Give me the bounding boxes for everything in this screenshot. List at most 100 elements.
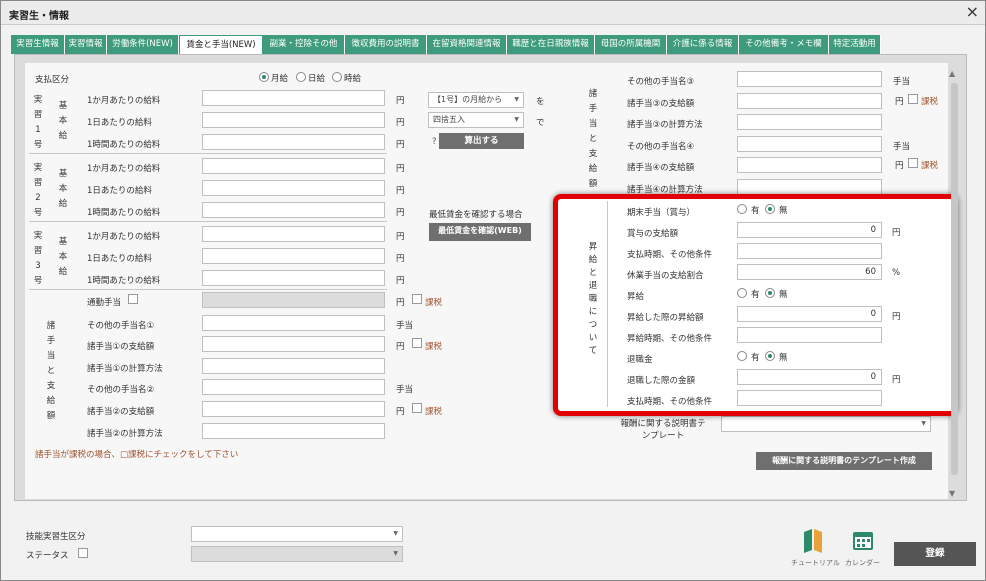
allowance3-tax-checkbox[interactable] [908, 94, 918, 104]
allowance3-name-input[interactable] [737, 71, 882, 87]
intern3-monthly-input[interactable] [202, 226, 385, 242]
leave-rate-input[interactable]: 60 [737, 264, 882, 280]
yen-unit: 円 [396, 164, 405, 174]
commute-tax-checkbox[interactable] [412, 294, 422, 304]
tab-specified[interactable]: 特定活動用 [829, 35, 881, 54]
tab-career[interactable]: 職歴と在日親族情報 [507, 35, 595, 54]
raise-yes-radio[interactable] [737, 288, 747, 298]
help-icon[interactable]: ? [432, 137, 437, 147]
tab-care[interactable]: 介護に係る情報 [667, 35, 739, 54]
allowance4-amount-input[interactable] [737, 157, 882, 173]
commute-checkbox[interactable] [128, 294, 138, 304]
allowance1-name-input[interactable] [202, 315, 385, 331]
scroll-down-icon[interactable]: ▼ [949, 489, 955, 498]
calendar-icon[interactable] [851, 528, 875, 552]
min-wage-web-button[interactable]: 最低賃金を確認(WEB) [429, 223, 531, 241]
retirement-timing-input[interactable] [737, 390, 882, 406]
bonus-amount-label: 賞与の支給額 [627, 229, 679, 239]
allowance1-method-input[interactable] [202, 358, 385, 374]
intern-2-label: 実習2号 [33, 163, 43, 218]
yes-label: 有 [751, 206, 760, 216]
radio-monthly[interactable] [259, 72, 269, 82]
intern2-daily-input[interactable] [202, 180, 385, 196]
tab-memo[interactable]: その他備考・メモ欄 [739, 35, 829, 54]
chevron-down-icon: ▼ [514, 116, 519, 123]
calculate-button[interactable]: 算出する [439, 133, 524, 149]
tab-labor-conditions[interactable]: 労働条件(NEW) [107, 35, 179, 54]
scroll-up-icon[interactable]: ▲ [949, 69, 955, 78]
radio-hourly[interactable] [332, 72, 342, 82]
retirement-timing-label: 支払時期、その他条件 [627, 397, 713, 407]
tab-home-org[interactable]: 母国の所属機関 [595, 35, 667, 54]
close-icon[interactable]: × [966, 2, 979, 21]
base-pay-label: 基本給 [58, 101, 68, 141]
tab-residence[interactable]: 在留資格関連情報 [427, 35, 507, 54]
radio-daily-label: 日給 [308, 74, 326, 84]
chevron-down-icon: ▼ [514, 96, 519, 103]
raise-timing-input[interactable] [737, 327, 882, 343]
raise-no-radio[interactable] [765, 288, 775, 298]
allowance4-method-input[interactable] [737, 179, 882, 195]
intern2-monthly-input[interactable] [202, 158, 385, 174]
retirement-amount-input[interactable]: 0 [737, 369, 882, 385]
tab-student-info[interactable]: 実習生情報 [11, 35, 65, 54]
wage-template-select[interactable]: ▼ [721, 416, 931, 432]
tab-fees[interactable]: 徴収費用の説明書 [345, 35, 427, 54]
allowance2-method-label: 諸手当②の計算方法 [87, 429, 163, 439]
status-checkbox[interactable] [78, 548, 88, 558]
rounding-select[interactable]: 四捨五入 ▼ [428, 112, 524, 128]
allowance2-tax-checkbox[interactable] [412, 403, 422, 413]
tutorial-icon[interactable] [801, 528, 825, 554]
divider [29, 221, 387, 222]
bonus-yes-radio[interactable] [737, 204, 747, 214]
tab-side-job[interactable]: 副業・控除その他 [263, 35, 345, 54]
create-wage-template-button[interactable]: 報酬に関する説明書のテンプレート作成 [756, 452, 932, 470]
allowances-group-label-right: 諸手当と支給額 [588, 89, 598, 189]
allowance1-amount-input[interactable] [202, 336, 385, 352]
bonus-no-radio[interactable] [765, 204, 775, 214]
raise-amount-input[interactable]: 0 [737, 306, 882, 322]
intern3-daily-input[interactable] [202, 248, 385, 264]
yen-unit: 円 [396, 96, 405, 106]
intern1-hourly-input[interactable] [202, 134, 385, 150]
commute-input[interactable] [202, 292, 385, 308]
allowance1-tax-checkbox[interactable] [412, 338, 422, 348]
allowance2-amount-input[interactable] [202, 401, 385, 417]
allowance2-method-input[interactable] [202, 423, 385, 439]
status-select[interactable]: ▼ [191, 546, 403, 562]
bonus-timing-input[interactable] [737, 243, 882, 259]
allowance2-name-input[interactable] [202, 379, 385, 395]
retirement-yes-radio[interactable] [737, 351, 747, 361]
allowance4-name-input[interactable] [737, 136, 882, 152]
bonus-timing-label: 支払時期、その他条件 [627, 250, 713, 260]
tax-label: 課税 [425, 342, 443, 352]
tab-training-info[interactable]: 実習情報 [65, 35, 107, 54]
intern3-hourly-input[interactable] [202, 270, 385, 286]
allowance2-name-label: その他の手当名② [87, 385, 155, 395]
bonus-amount-input[interactable]: 0 [737, 222, 882, 238]
raise-amount-label: 昇給した際の昇給額 [627, 313, 704, 323]
daily-pay-label: 1日あたりの給料 [87, 254, 152, 264]
yen-unit: 円 [895, 161, 904, 171]
allowance3-amount-input[interactable] [737, 93, 882, 109]
calc-basis-select[interactable]: 【1号】の月給から ▼ [428, 92, 524, 108]
tab-wages-allowances[interactable]: 賃金と手当(NEW) [179, 35, 263, 54]
no-label: 無 [779, 353, 788, 363]
raise-label: 昇給 [627, 292, 645, 302]
tax-label: 課税 [425, 407, 443, 417]
allowance4-tax-checkbox[interactable] [908, 158, 918, 168]
skill-category-select[interactable]: ▼ [191, 526, 403, 542]
register-button[interactable]: 登録 [894, 542, 976, 566]
allowance3-method-input[interactable] [737, 114, 882, 130]
vertical-scrollbar[interactable]: ▲ ▼ [949, 69, 959, 499]
radio-daily[interactable] [296, 72, 306, 82]
allowance-suffix: 手当 [893, 142, 911, 152]
intern1-monthly-input[interactable] [202, 90, 385, 106]
intern1-daily-input[interactable] [202, 112, 385, 128]
base-pay-label: 基本給 [58, 169, 68, 209]
scroll-thumb[interactable] [951, 83, 958, 475]
radio-monthly-label: 月給 [271, 74, 289, 84]
intern2-hourly-input[interactable] [202, 202, 385, 218]
retirement-no-radio[interactable] [765, 351, 775, 361]
allowance1-name-label: その他の手当名① [87, 321, 155, 331]
